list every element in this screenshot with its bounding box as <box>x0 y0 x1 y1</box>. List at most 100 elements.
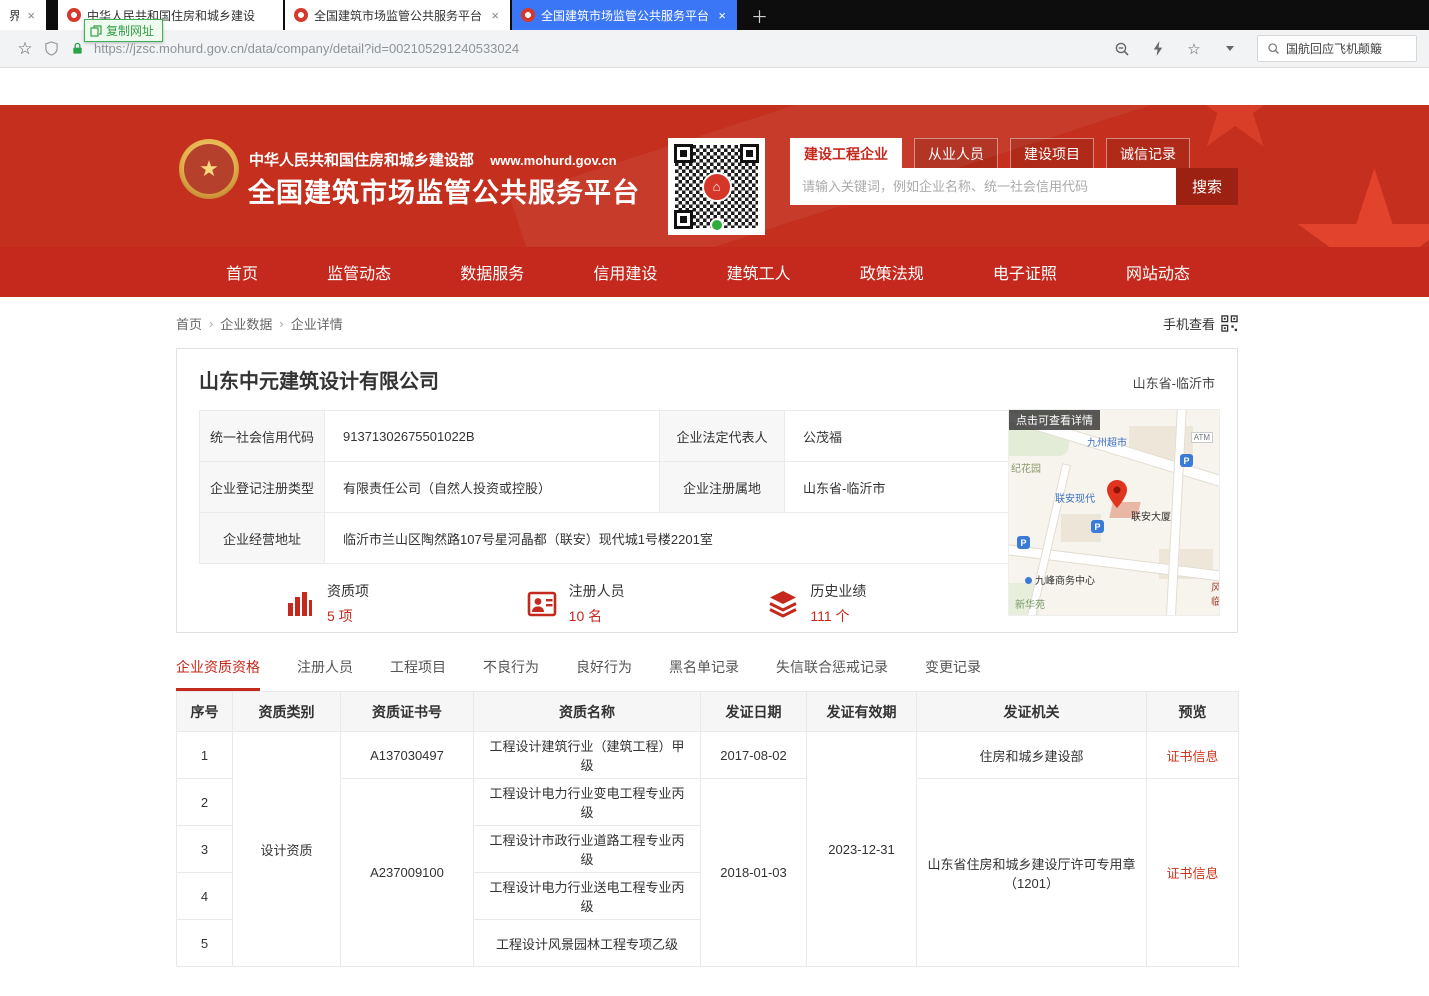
tab-good-behavior[interactable]: 良好行为 <box>576 657 632 691</box>
search-button[interactable]: 搜索 <box>1176 168 1238 205</box>
mobile-view-link[interactable]: 手机查看 <box>1163 314 1238 333</box>
nav-data-services[interactable]: 数据服务 <box>460 260 524 284</box>
map-label-business-center: 九峰商务中心 <box>1025 572 1095 587</box>
site-favicon-icon <box>521 8 535 22</box>
qr-finder <box>674 210 693 229</box>
map-label-residence: 新华苑 <box>1015 596 1045 611</box>
tab-projects[interactable]: 工程项目 <box>390 657 446 691</box>
cell-qual-name: 工程设计市政行业道路工程专业丙级 <box>474 826 701 873</box>
nav-workers[interactable]: 建筑工人 <box>727 260 791 284</box>
site-shield-icon[interactable] <box>38 36 64 62</box>
nav-e-certificates[interactable]: 电子证照 <box>993 260 1057 284</box>
hot-search-box[interactable]: 国航回应飞机颠簸 <box>1257 35 1417 62</box>
table-row: 1 设计资质 A137030497 工程设计建筑行业（建筑工程）甲级 2017-… <box>177 732 1239 779</box>
zoom-out-icon[interactable] <box>1109 36 1135 62</box>
stat-value: 10 名 <box>569 606 625 626</box>
stat-registered-personnel[interactable]: 注册人员 10 名 <box>526 581 768 626</box>
site-favicon-icon <box>294 8 308 22</box>
new-tab-button[interactable]: ＋ <box>739 0 780 30</box>
cell-cert-no: A137030497 <box>341 732 474 779</box>
cell-index: 2 <box>177 779 233 826</box>
search-category-tabs: 建设工程企业 从业人员 建设项目 诚信记录 <box>790 138 1238 168</box>
map-label-line: 风帆蓄电池 <box>1211 582 1220 596</box>
col-valid-until: 发证有效期 <box>807 692 917 732</box>
copy-url-tooltip[interactable]: 复制网址 <box>84 19 163 42</box>
company-region: 山东省-临沂市 <box>1133 373 1215 392</box>
parking-icon: P <box>1017 536 1030 549</box>
tab-integrity-records[interactable]: 诚信记录 <box>1106 138 1190 168</box>
page-content: 首页 › 企业数据 › 企业详情 手机查看 山东中元建筑设计有限公司 山东省-临… <box>176 297 1238 967</box>
cell-qual-name: 工程设计电力行业送电工程专业丙级 <box>474 873 701 920</box>
close-icon[interactable]: × <box>489 8 501 23</box>
cell-index: 5 <box>177 920 233 967</box>
company-info-table: 统一社会信用代码 91371302675501022B 企业法定代表人 公茂福 … <box>199 410 1010 564</box>
browser-tab-3-active[interactable]: 全国建筑市场监管公共服务平台 × <box>512 0 737 30</box>
banner-decor-star: ★ <box>1285 145 1429 247</box>
cell-index: 3 <box>177 826 233 873</box>
nav-policies[interactable]: 政策法规 <box>860 260 924 284</box>
tab-practitioners[interactable]: 从业人员 <box>914 138 998 168</box>
stat-historical-performance[interactable]: 历史业绩 111 个 <box>767 581 1009 626</box>
col-qual-name: 资质名称 <box>474 692 701 732</box>
url-input[interactable]: https://jzsc.mohurd.gov.cn/data/company/… <box>94 41 1109 56</box>
credit-code-value: 91371302675501022B <box>325 411 660 462</box>
col-category: 资质类别 <box>233 692 341 732</box>
close-icon[interactable]: × <box>25 8 37 23</box>
certificate-info-link[interactable]: 证书信息 <box>1166 749 1218 764</box>
col-issuing-authority: 发证机关 <box>917 692 1147 732</box>
breadcrumb-company-data[interactable]: 企业数据 <box>220 314 272 333</box>
company-location-map[interactable]: 九州超市 ATM 纪花园 联安现代 联安大厦 九峰商务中心 新华苑 风帆蓄电池 … <box>1008 409 1220 616</box>
tab-title: 界 <box>9 7 19 24</box>
nav-supervision[interactable]: 监管动态 <box>327 260 391 284</box>
qualification-bars-icon <box>284 588 316 620</box>
legal-rep-value: 公茂福 <box>785 411 1010 462</box>
close-icon[interactable]: × <box>716 8 728 23</box>
certificate-info-link[interactable]: 证书信息 <box>1166 866 1218 881</box>
site-header-banner: ★ ★ ★ 中华人民共和国住房和城乡建设部 www.mohurd.gov.cn … <box>0 105 1429 247</box>
cell-issue-date: 2017-08-02 <box>701 732 807 779</box>
map-hint: 点击可查看详情 <box>1009 410 1100 430</box>
qr-badge <box>710 218 724 232</box>
layers-icon <box>767 588 799 620</box>
browser-tab-partial[interactable]: 界 × <box>0 0 46 30</box>
nav-credit[interactable]: 信用建设 <box>593 260 657 284</box>
stat-value: 111 个 <box>810 606 866 626</box>
stat-qualifications[interactable]: 资质项 5 项 <box>284 581 526 626</box>
company-detail-card: 山东中元建筑设计有限公司 山东省-临沂市 统一社会信用代码 9137130267… <box>176 348 1238 633</box>
cell-index: 1 <box>177 732 233 779</box>
nav-site-news[interactable]: 网站动态 <box>1126 260 1190 284</box>
favorite-star-icon[interactable]: ☆ <box>1181 36 1207 62</box>
browser-tab-2[interactable]: 全国建筑市场监管公共服务平台 × <box>285 0 510 30</box>
tab-projects[interactable]: 建设项目 <box>1010 138 1094 168</box>
cell-preview: 证书信息 <box>1147 732 1239 779</box>
tab-bad-behavior[interactable]: 不良行为 <box>483 657 539 691</box>
tab-change-records[interactable]: 变更记录 <box>925 657 981 691</box>
main-nav-bar: 首页 监管动态 数据服务 信用建设 建筑工人 政策法规 电子证照 网站动态 <box>0 247 1429 297</box>
nav-home[interactable]: 首页 <box>226 260 258 284</box>
bookmark-star-icon[interactable]: ☆ <box>12 36 38 62</box>
table-row: 企业经营地址 临沂市兰山区陶然路107号星河晶都（联安）现代城1号楼2201室 <box>200 513 1010 564</box>
ministry-name: 中华人民共和国住房和城乡建设部 www.mohurd.gov.cn <box>249 149 617 170</box>
map-label-lianan-tower: 联安大厦 <box>1131 508 1171 523</box>
cell-category: 设计资质 <box>233 732 341 967</box>
chevron-down-icon[interactable] <box>1217 36 1243 62</box>
tab-construction-enterprise[interactable]: 建设工程企业 <box>790 138 902 168</box>
table-row: 企业登记注册类型 有限责任公司（自然人投资或控股） 企业注册属地 山东省-临沂市 <box>200 462 1010 513</box>
mobile-view-label: 手机查看 <box>1163 314 1215 333</box>
cell-cert-no: A237009100 <box>341 779 474 967</box>
cell-qual-name: 工程设计电力行业变电工程专业丙级 <box>474 779 701 826</box>
copy-url-label: 复制网址 <box>106 22 154 39</box>
map-label-line: 临沂总代理 <box>1211 596 1220 610</box>
tab-dishonesty-records[interactable]: 失信联合惩戒记录 <box>776 657 888 691</box>
cell-preview: 证书信息 <box>1147 779 1239 967</box>
breadcrumb: 首页 › 企业数据 › 企业详情 手机查看 <box>176 314 1238 333</box>
keyword-search-input[interactable] <box>790 168 1176 205</box>
platform-qr-code <box>668 138 765 235</box>
breadcrumb-home[interactable]: 首页 <box>176 314 202 333</box>
tab-qualifications[interactable]: 企业资质资格 <box>176 657 260 691</box>
reading-mode-lightning-icon[interactable] <box>1145 36 1171 62</box>
tab-registered-personnel[interactable]: 注册人员 <box>297 657 353 691</box>
cell-qual-name: 工程设计建筑行业（建筑工程）甲级 <box>474 732 701 779</box>
tab-blacklist[interactable]: 黑名单记录 <box>669 657 739 691</box>
cell-index: 4 <box>177 873 233 920</box>
